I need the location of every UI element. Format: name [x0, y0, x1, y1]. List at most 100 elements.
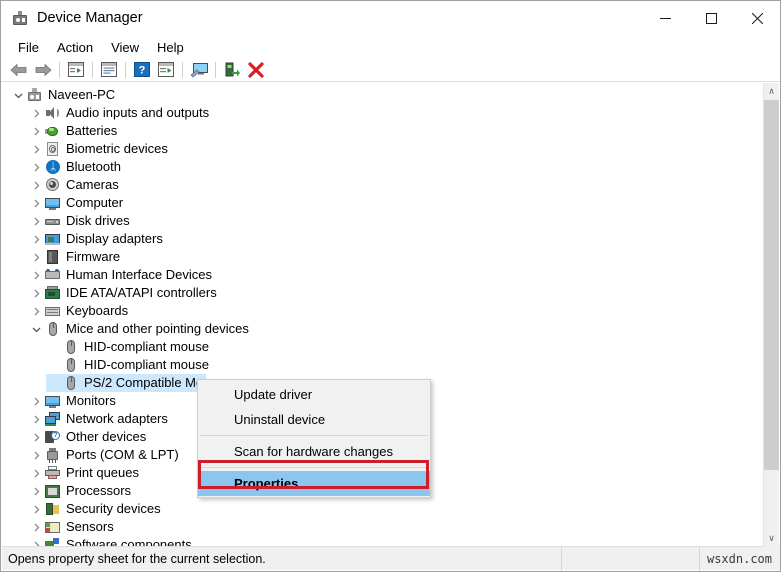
menu-help[interactable]: Help: [148, 38, 193, 57]
close-button[interactable]: [734, 1, 780, 36]
keyboard-icon: [44, 303, 61, 319]
chevron-right-icon[interactable]: [28, 248, 44, 266]
tree-node-label: Naveen-PC: [48, 87, 116, 102]
scroll-down-arrow[interactable]: ∨: [764, 530, 779, 547]
bluetooth-icon: ᛦ: [44, 159, 61, 175]
tree-node-label: HID-compliant mouse: [84, 357, 209, 372]
uninstall-device-button[interactable]: [244, 59, 268, 81]
tree-node-label: Other devices: [66, 429, 147, 444]
twisty-placeholder: [46, 338, 62, 356]
context-menu-item-scan-for-hardware-changes[interactable]: Scan for hardware changes: [198, 439, 430, 464]
enable-device-button[interactable]: [220, 59, 244, 81]
tree-node[interactable]: ᛦ Bluetooth: [2, 158, 747, 176]
unknown-device-icon: ?: [44, 429, 61, 445]
disk-drive-icon: [44, 213, 61, 229]
scroll-up-arrow[interactable]: ∧: [764, 83, 779, 100]
context-menu-item-update-driver[interactable]: Update driver: [198, 382, 430, 407]
chevron-right-icon[interactable]: [28, 500, 44, 518]
device-manager-window: Device Manager File Action View Help ? N…: [0, 0, 781, 572]
toolbar-separator-5: [215, 61, 216, 78]
back-button[interactable]: [7, 59, 31, 81]
context-menu-item-uninstall-device[interactable]: Uninstall device: [198, 407, 430, 432]
vertical-scrollbar[interactable]: ∧ ∨: [763, 83, 779, 547]
tree-node-label: Biometric devices: [66, 141, 168, 156]
scan-hardware-changes-button[interactable]: [187, 59, 211, 81]
mouse-icon: [62, 375, 79, 391]
tree-node[interactable]: Sensors: [2, 518, 747, 536]
tree-node[interactable]: Naveen-PC: [2, 86, 747, 104]
chevron-right-icon[interactable]: [28, 284, 44, 302]
show-hide-console-tree-button[interactable]: [64, 59, 88, 81]
tree-node[interactable]: Cameras: [2, 176, 747, 194]
menu-action[interactable]: Action: [48, 38, 102, 57]
context-menu-item-properties[interactable]: Properties: [198, 471, 430, 496]
maximize-button[interactable]: [688, 1, 734, 36]
tree-node-label: Batteries: [66, 123, 118, 138]
port-icon: [44, 447, 61, 463]
mouse-icon: [44, 321, 61, 337]
toolbar-separator-1: [59, 61, 60, 78]
computer-icon: [26, 87, 43, 103]
chevron-down-icon[interactable]: [28, 320, 44, 338]
tree-node[interactable]: Security devices: [2, 500, 747, 518]
chevron-right-icon[interactable]: [28, 104, 44, 122]
tree-node[interactable]: Disk drives: [2, 212, 747, 230]
chevron-right-icon[interactable]: [28, 230, 44, 248]
tree-node[interactable]: IDE ATA/ATAPI controllers: [2, 284, 747, 302]
printer-icon: [44, 465, 61, 481]
chevron-right-icon[interactable]: [28, 158, 44, 176]
tree-node-label: Mice and other pointing devices: [66, 321, 249, 336]
update-driver-button[interactable]: [154, 59, 178, 81]
forward-button[interactable]: [31, 59, 55, 81]
chevron-right-icon[interactable]: [28, 392, 44, 410]
properties-button[interactable]: [97, 59, 121, 81]
tree-node[interactable]: Display adapters: [2, 230, 747, 248]
tree-node[interactable]: Batteries: [2, 122, 747, 140]
chevron-right-icon[interactable]: [28, 194, 44, 212]
chevron-right-icon[interactable]: [28, 518, 44, 536]
chevron-right-icon[interactable]: [28, 212, 44, 230]
tree-node[interactable]: Mice and other pointing devices: [2, 320, 747, 338]
menu-view[interactable]: View: [102, 38, 148, 57]
tree-node[interactable]: HID-compliant mouse: [2, 356, 747, 374]
scrollbar-thumb[interactable]: [764, 100, 779, 470]
tree-node-label: Audio inputs and outputs: [66, 105, 210, 120]
firmware-chip-icon: [44, 249, 61, 265]
tree-node[interactable]: HID-compliant mouse: [2, 338, 747, 356]
status-middle-pane: [562, 546, 700, 571]
chevron-right-icon[interactable]: [28, 482, 44, 500]
speaker-icon: [44, 105, 61, 121]
chevron-right-icon[interactable]: [28, 446, 44, 464]
tree-node[interactable]: Firmware: [2, 248, 747, 266]
chevron-right-icon[interactable]: [28, 176, 44, 194]
chevron-down-icon[interactable]: [10, 86, 26, 104]
mouse-icon: [62, 339, 79, 355]
camera-icon: [44, 177, 61, 193]
chevron-right-icon[interactable]: [28, 410, 44, 428]
menu-file[interactable]: File: [9, 38, 48, 57]
chevron-right-icon[interactable]: [28, 464, 44, 482]
svg-text:?: ?: [139, 65, 146, 77]
toolbar-separator-2: [92, 61, 93, 78]
display-adapter-icon: [44, 231, 61, 247]
tree-node-label: Security devices: [66, 501, 161, 516]
tree-node[interactable]: Audio inputs and outputs: [2, 104, 747, 122]
chevron-right-icon[interactable]: [28, 266, 44, 284]
tree-node-label: Cameras: [66, 177, 119, 192]
tree-node[interactable]: Computer: [2, 194, 747, 212]
chevron-right-icon[interactable]: [28, 428, 44, 446]
chevron-right-icon[interactable]: [28, 302, 44, 320]
tree-node[interactable]: Human Interface Devices: [2, 266, 747, 284]
tree-node-label: IDE ATA/ATAPI controllers: [66, 285, 217, 300]
tree-node-label: Computer: [66, 195, 124, 210]
tree-node-label: Print queues: [66, 465, 139, 480]
chevron-right-icon[interactable]: [28, 122, 44, 140]
fingerprint-icon: [44, 141, 61, 157]
toolbar-separator-4: [182, 61, 183, 78]
tree-node-label: Firmware: [66, 249, 121, 264]
minimize-button[interactable]: [642, 1, 688, 36]
tree-node[interactable]: Keyboards: [2, 302, 747, 320]
chevron-right-icon[interactable]: [28, 140, 44, 158]
help-button[interactable]: ?: [130, 59, 154, 81]
tree-node[interactable]: Biometric devices: [2, 140, 747, 158]
